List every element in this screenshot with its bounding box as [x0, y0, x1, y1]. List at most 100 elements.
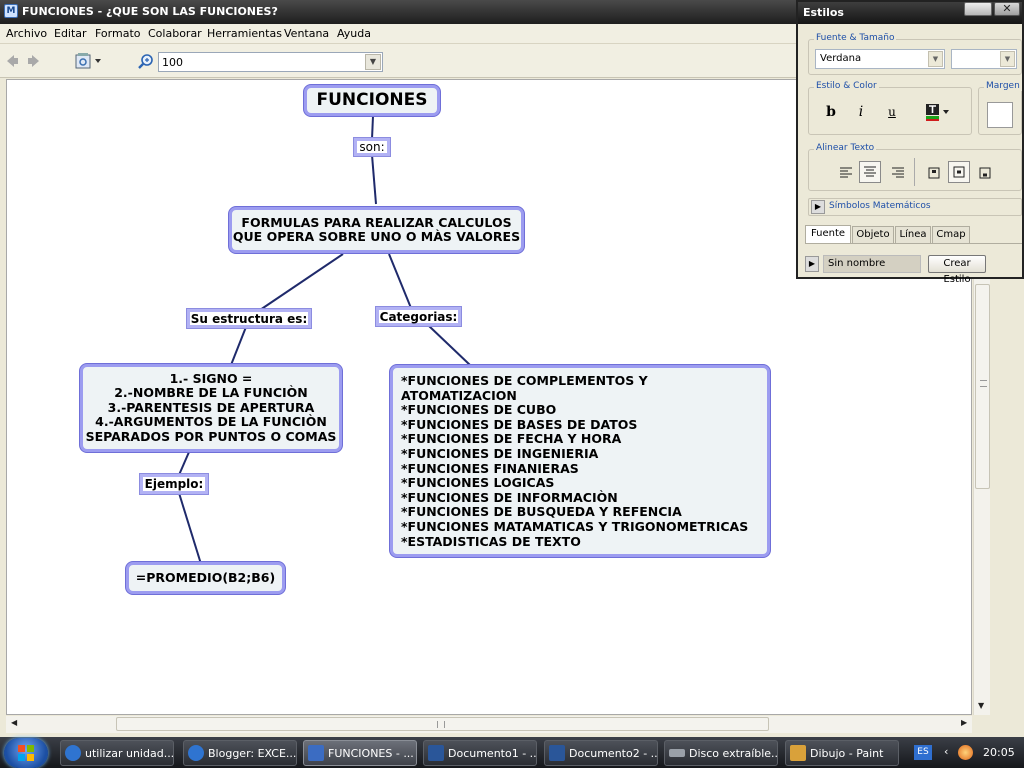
- cmaptools-app-icon[interactable]: M: [4, 4, 18, 18]
- line-ejemplo-formula: [178, 492, 202, 565]
- menu-archivo[interactable]: Archivo: [6, 26, 47, 41]
- margin-input[interactable]: [987, 102, 1013, 128]
- taskbar-item-word-2[interactable]: Documento2 - ...: [544, 740, 658, 766]
- link-categorias[interactable]: Categorias:: [376, 307, 461, 326]
- style-name-field[interactable]: Sin nombre: [823, 255, 921, 273]
- taskbar-item-ie-2[interactable]: Blogger: EXCE...: [183, 740, 297, 766]
- tab-objeto[interactable]: Objeto: [852, 226, 894, 243]
- horizontal-scroll-thumb[interactable]: [116, 717, 769, 731]
- grip-icon: [437, 721, 445, 728]
- align-left-icon[interactable]: [835, 162, 857, 184]
- style-color-group: Estilo & Color b i u: [808, 81, 972, 135]
- font-size-group-label: Fuente & Tamaño: [814, 33, 897, 43]
- back-arrow-icon[interactable]: [4, 53, 20, 69]
- tray-app-icon[interactable]: [958, 745, 973, 760]
- italic-button[interactable]: i: [850, 101, 872, 123]
- font-size-group: Fuente & Tamaño Verdana ▼ ▼: [808, 33, 1022, 75]
- taskbar-item-cmaptools[interactable]: FUNCIONES - ...: [303, 740, 417, 766]
- line-son-definition: [371, 154, 377, 205]
- chevron-down-icon[interactable]: ▼: [928, 51, 943, 67]
- expand-arrow-icon[interactable]: ▶: [805, 256, 819, 272]
- line-root-son: [371, 115, 374, 140]
- line-definition-estructura: [259, 253, 344, 311]
- system-tray: ES ‹ 20:05: [910, 737, 1024, 768]
- scroll-right-icon[interactable]: ▶: [961, 718, 967, 727]
- zoom-icon[interactable]: [136, 52, 156, 72]
- create-style-button[interactable]: Crear Estilo: [928, 255, 986, 285]
- align-right-icon[interactable]: [887, 162, 909, 184]
- scroll-down-icon[interactable]: ▼: [978, 701, 984, 710]
- cmaptools-icon: [308, 745, 324, 761]
- close-icon[interactable]: ✕: [994, 2, 1020, 16]
- underline-button[interactable]: u: [881, 101, 903, 123]
- divider: [914, 158, 915, 186]
- expand-arrow-icon[interactable]: ▶: [811, 200, 825, 214]
- clock: 20:05: [983, 746, 1015, 759]
- link-estructura[interactable]: Su estructura es:: [187, 309, 311, 328]
- internet-explorer-icon: [65, 745, 81, 761]
- removable-disk-icon: [669, 749, 685, 757]
- styles-panel: Estilos ✕ Fuente & Tamaño Verdana ▼ ▼ Es…: [796, 0, 1024, 285]
- horizontal-scrollbar[interactable]: ◀ ▶: [6, 716, 972, 733]
- windows-start-button[interactable]: [4, 738, 48, 768]
- align-text-group: Alinear Texto: [808, 143, 1022, 191]
- window-title: FUNCIONES - ¿QUE SON LAS FUNCIONES?: [22, 5, 278, 18]
- line-categorias-box: [428, 325, 471, 366]
- tab-cmap[interactable]: Cmap: [932, 226, 970, 243]
- internet-explorer-icon: [188, 745, 204, 761]
- link-ejemplo[interactable]: Ejemplo:: [140, 474, 208, 494]
- valign-top-icon[interactable]: [923, 162, 945, 184]
- view-options-icon[interactable]: [74, 52, 104, 70]
- valign-middle-icon[interactable]: [948, 161, 970, 183]
- taskbar-item-word-1[interactable]: Documento1 - ...: [423, 740, 537, 766]
- style-color-group-label: Estilo & Color: [814, 81, 879, 91]
- line-definition-categorias: [388, 253, 412, 309]
- chevron-down-icon[interactable]: ▼: [1000, 51, 1015, 67]
- align-text-group-label: Alinear Texto: [814, 143, 877, 153]
- font-color-icon[interactable]: [921, 101, 955, 123]
- tab-linea[interactable]: Línea: [895, 226, 931, 243]
- chevron-down-icon[interactable]: ▼: [365, 54, 381, 70]
- taskbar: utilizar unidad... Blogger: EXCE... FUNC…: [0, 737, 1024, 768]
- line-estructura-ejemplo: [178, 451, 190, 476]
- minimize-button[interactable]: [964, 2, 992, 16]
- menu-ayuda[interactable]: Ayuda: [337, 26, 371, 41]
- menu-herramientas[interactable]: Herramientas: [207, 26, 282, 41]
- concept-categorias-lista[interactable]: *FUNCIONES DE COMPLEMENTOS Y ATOMATIZACI…: [390, 365, 770, 557]
- math-symbols-expander[interactable]: ▶ Símbolos Matemáticos: [808, 198, 1022, 216]
- concept-estructura[interactable]: 1.- SIGNO = 2.-NOMBRE DE LA FUNCIÒN 3.-P…: [80, 364, 342, 452]
- font-family-select[interactable]: Verdana ▼: [815, 49, 945, 69]
- font-family-value: Verdana: [820, 53, 862, 64]
- menu-ventana[interactable]: Ventana: [284, 26, 329, 41]
- font-size-select[interactable]: ▼: [951, 49, 1017, 69]
- concept-definicion[interactable]: FORMULAS PARA REALIZAR CALCULOS QUE OPER…: [229, 207, 524, 253]
- menu-editar[interactable]: Editar: [54, 26, 87, 41]
- tab-divider: [805, 243, 1022, 244]
- chevron-left-icon[interactable]: ‹: [944, 745, 948, 758]
- concept-funciones[interactable]: FUNCIONES: [304, 85, 440, 116]
- margin-group: Margen: [978, 81, 1022, 135]
- line-estructura-box: [230, 326, 247, 366]
- language-indicator[interactable]: ES: [914, 745, 932, 760]
- zoom-value: 100: [162, 56, 183, 69]
- link-son[interactable]: son:: [354, 138, 390, 156]
- taskbar-item-disk[interactable]: Disco extraíble...: [664, 740, 778, 766]
- menu-formato[interactable]: Formato: [95, 26, 141, 41]
- valign-bottom-icon[interactable]: [974, 162, 996, 184]
- forward-arrow-icon[interactable]: [26, 53, 42, 69]
- scroll-left-icon[interactable]: ◀: [11, 718, 17, 727]
- word-document-icon: [549, 745, 565, 761]
- bold-button[interactable]: b: [820, 101, 842, 123]
- zoom-combo[interactable]: 100 ▼: [158, 52, 383, 72]
- vertical-scroll-thumb[interactable]: [975, 284, 990, 489]
- concept-ejemplo-formula[interactable]: =PROMEDIO(B2;B6): [126, 562, 285, 594]
- menu-colaborar[interactable]: Colaborar: [148, 26, 202, 41]
- tab-fuente[interactable]: Fuente: [805, 225, 851, 244]
- style-name-value: Sin nombre: [828, 258, 886, 269]
- taskbar-item-ie-1[interactable]: utilizar unidad...: [60, 740, 174, 766]
- taskbar-item-paint[interactable]: Dibujo - Paint: [785, 740, 899, 766]
- margin-group-label: Margen: [984, 81, 1022, 91]
- word-document-icon: [428, 745, 444, 761]
- math-symbols-label: Símbolos Matemáticos: [829, 201, 931, 211]
- align-center-icon[interactable]: [859, 161, 881, 183]
